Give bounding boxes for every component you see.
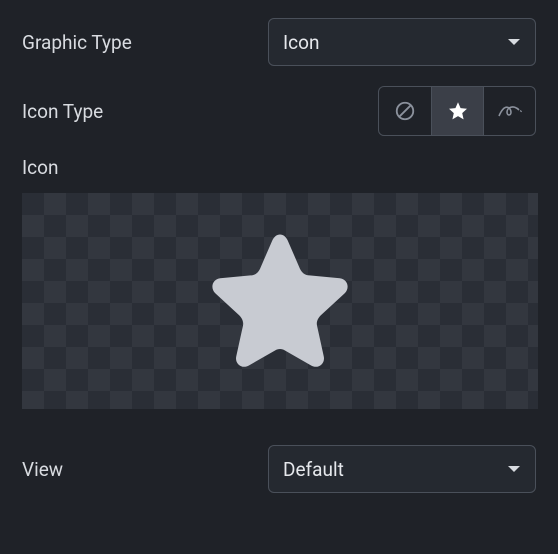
star-icon xyxy=(447,100,469,122)
view-label: View xyxy=(22,458,63,481)
icon-type-row: Icon Type xyxy=(22,86,536,136)
view-value: Default xyxy=(283,458,344,481)
graphic-type-label: Graphic Type xyxy=(22,31,132,54)
icon-preview-star-icon xyxy=(204,227,356,375)
view-select[interactable]: Default xyxy=(268,445,536,493)
graphic-type-row: Graphic Type Icon xyxy=(22,18,536,66)
curve-icon xyxy=(497,100,523,122)
prohibit-icon xyxy=(394,100,416,122)
view-row: View Default xyxy=(22,445,536,493)
icon-preview-canvas[interactable] xyxy=(22,193,538,409)
icon-type-none-button[interactable] xyxy=(379,87,431,135)
icon-type-star-button[interactable] xyxy=(431,87,483,135)
graphic-type-select[interactable]: Icon xyxy=(268,18,536,66)
graphic-type-value: Icon xyxy=(283,31,319,54)
icon-type-curve-button[interactable] xyxy=(483,87,535,135)
icon-type-toggle-group xyxy=(378,86,536,136)
icon-type-label: Icon Type xyxy=(22,100,103,123)
chevron-down-icon xyxy=(507,464,521,474)
chevron-down-icon xyxy=(507,37,521,47)
icon-preview-label: Icon xyxy=(22,156,536,179)
